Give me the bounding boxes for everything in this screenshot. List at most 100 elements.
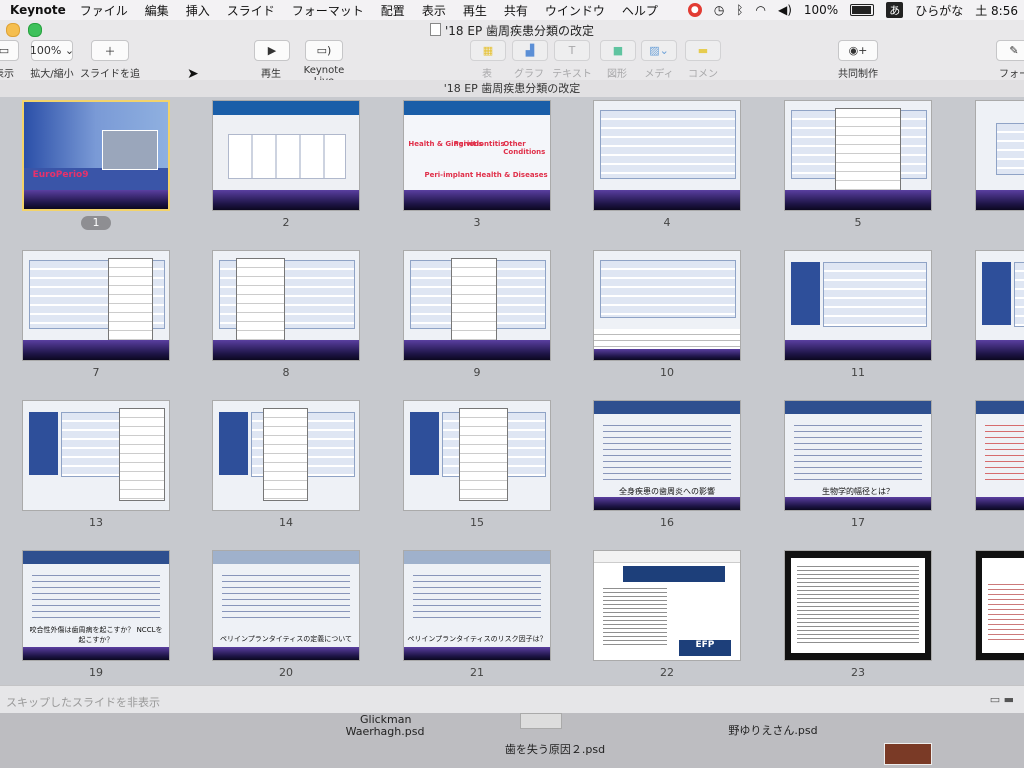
input-method-icon[interactable]: あ <box>886 2 904 18</box>
collaborate-button[interactable]: ◉+ 共同制作 <box>836 40 880 80</box>
window-toolbar: '18 EP 歯周疾患分類の改定 ▭ 表示 100% ⌄ 拡大/縮小 ＋ スライ… <box>0 20 1024 95</box>
slide-table <box>599 109 737 180</box>
slide-thumbnail[interactable] <box>22 250 170 361</box>
slide-text: Peri-implant Health & Diseases <box>424 170 548 179</box>
slide-number: 23 <box>851 666 865 679</box>
play-button[interactable]: ▶ 再生 <box>254 40 290 80</box>
slide-thumbnail[interactable] <box>784 550 932 661</box>
slide-thumbnail[interactable]: ペリインプランタイティスのリスク因子は？ <box>403 550 551 661</box>
slide-caption: 全身疾患の歯周炎への影響 <box>619 487 715 497</box>
app-menu[interactable]: Keynote <box>10 3 66 17</box>
slide-body-text <box>987 583 1024 643</box>
thumbnail-size-icon[interactable]: ▭ ▬ <box>990 693 1014 706</box>
slide-thumbnail[interactable] <box>784 100 932 211</box>
slide-thumbnail[interactable]: 生物学的幅径とは？ <box>784 400 932 511</box>
slide-thumbnail[interactable]: EuroPerio9 <box>22 100 170 211</box>
desktop-file-label[interactable]: Waerhagh.psd <box>330 725 440 738</box>
slide-thumbnail[interactable] <box>403 400 551 511</box>
slide-thumbnail[interactable] <box>212 400 360 511</box>
menu-slide[interactable]: スライド <box>227 2 275 19</box>
zoom-label: 拡大/縮小 <box>30 69 74 80</box>
menu-arrange[interactable]: 配置 <box>381 2 405 19</box>
time-machine-icon[interactable]: ◷ <box>714 3 724 17</box>
slide-thumbnail[interactable]: EFP <box>593 550 741 661</box>
slide-note <box>450 257 497 343</box>
slide-thumbnail[interactable] <box>22 400 170 511</box>
slide-body-text <box>31 574 161 619</box>
menubar-clock[interactable]: 土 8:56 <box>975 2 1018 19</box>
document-icon <box>429 23 441 36</box>
slide-thumbnail[interactable] <box>975 250 1024 361</box>
slide-note <box>834 107 901 193</box>
slide-header <box>785 401 931 415</box>
zoom-control[interactable]: 100% ⌄ 拡大/縮小 <box>30 40 74 80</box>
battery-icon[interactable] <box>850 4 875 16</box>
slide-header <box>23 551 169 565</box>
file-thumbnail-icon[interactable] <box>520 713 562 729</box>
record-icon[interactable]: ● <box>687 3 702 17</box>
menu-play[interactable]: 再生 <box>463 2 487 19</box>
input-method-label[interactable]: ひらがな <box>915 2 963 19</box>
hide-skipped-toggle[interactable]: スキップしたスライドを非表示 <box>6 694 160 710</box>
slide-thumbnail[interactable] <box>593 100 741 211</box>
slide-thumbnail[interactable] <box>784 250 932 361</box>
slide-thumbnail[interactable] <box>593 250 741 361</box>
chart-icon: ▟ <box>512 40 548 61</box>
shape-label: 図形 <box>607 69 627 80</box>
menu-window[interactable]: ウインドウ <box>545 2 605 19</box>
slide-number: 4 <box>663 216 671 229</box>
slide-thumbnail[interactable] <box>212 250 360 361</box>
menu-file[interactable]: ファイル <box>80 2 128 19</box>
menu-insert[interactable]: 挿入 <box>186 2 210 19</box>
menu-format[interactable]: フォーマット <box>292 2 364 19</box>
file-thumbnail-icon[interactable] <box>884 743 932 765</box>
slide-note <box>119 407 166 502</box>
volume-icon[interactable]: ◀) <box>778 3 792 17</box>
slide-thumbnail[interactable] <box>975 550 1024 661</box>
slide-thumbnail[interactable]: Health & Gingivitis Periodontitis Other … <box>403 100 551 211</box>
slide-table <box>822 261 928 328</box>
chart-button[interactable]: ▟ グラフ <box>512 40 548 80</box>
slide-number: 17 <box>851 516 865 529</box>
slide-thumbnail[interactable]: ペリインプランタイティスの定義について <box>212 550 360 661</box>
shape-button[interactable]: ■ 図形 <box>600 40 636 80</box>
text-button[interactable]: T テキスト <box>552 40 592 80</box>
view-button[interactable]: ▭ 表示 <box>0 40 20 80</box>
slide-thumbnail[interactable] <box>212 100 360 211</box>
document-tab: '18 EP 歯周疾患分類の改定 <box>0 80 1024 98</box>
menu-share[interactable]: 共有 <box>504 2 528 19</box>
bluetooth-icon[interactable]: ᛒ <box>736 3 743 17</box>
desktop-file-label[interactable]: 歯を失う原因２.psd <box>500 741 610 757</box>
slide-thumbnail[interactable] <box>403 250 551 361</box>
light-table[interactable]: EuroPerio9 Health & Gingivitis Periodont… <box>0 97 1024 685</box>
menu-help[interactable]: ヘルプ <box>622 2 658 19</box>
slide-caption: ペリインプランタイティスのリスク因子は？ <box>407 634 547 643</box>
slide-banner <box>623 566 726 582</box>
slide-thumbnail[interactable] <box>975 100 1024 211</box>
desktop-file-label[interactable]: 野ゆりえさん.psd <box>718 722 828 738</box>
slide-audience <box>213 646 359 660</box>
slide-caption: ペリインプランタイティスの定義について <box>219 634 353 643</box>
slide-number: 14 <box>279 516 293 529</box>
table-button[interactable]: ▦ 表 <box>470 40 506 80</box>
status-area: ● ◷ ᛒ ◠ ◀) 100% あ ひらがな 土 8:56 <box>687 0 1018 20</box>
slide-audience <box>23 340 169 360</box>
slide-caption: 生物学的幅径とは？ <box>822 487 894 497</box>
slide-table <box>996 122 1024 175</box>
format-button[interactable]: ✎ フォー <box>994 40 1024 80</box>
slide-header <box>404 101 550 116</box>
slide-thumbnail[interactable]: 咬合性外傷は歯周病を起こすか？ NCCLを起こすか？ <box>22 550 170 661</box>
menu-view[interactable]: 表示 <box>422 2 446 19</box>
slide-thumbnail[interactable]: 全身疾患の歯周炎への影響 <box>593 400 741 511</box>
slide-text: Periodontitis <box>453 140 505 149</box>
zoom-select[interactable]: 100% ⌄ <box>30 40 74 61</box>
chart-label: グラフ <box>514 69 544 80</box>
play-icon: ▶ <box>254 40 290 61</box>
menu-edit[interactable]: 編集 <box>145 2 169 19</box>
slide-thumbnail[interactable] <box>975 400 1024 511</box>
slide-number: 9 <box>473 366 481 379</box>
slide-audience <box>594 190 740 210</box>
slide-number[interactable]: 1 <box>81 216 111 230</box>
slide-audience <box>24 189 168 209</box>
wifi-icon[interactable]: ◠ <box>756 3 766 17</box>
